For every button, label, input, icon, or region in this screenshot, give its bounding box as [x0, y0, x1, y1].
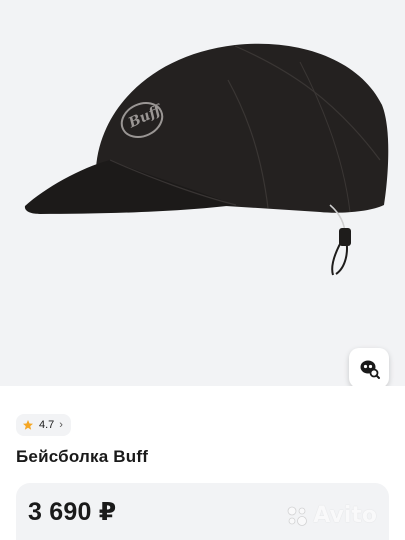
cap-image — [24, 43, 389, 276]
chevron-right-icon: › — [59, 418, 63, 431]
rating-value: 4.7 — [39, 419, 55, 431]
rating-chip[interactable]: 4.7 › — [16, 414, 71, 436]
search-by-image-icon — [360, 360, 380, 379]
product-price: 3 690 ₽ — [28, 498, 117, 526]
product-title: Бейсболка Buff — [16, 447, 149, 466]
avito-watermark: Avito — [285, 503, 377, 528]
product-photo[interactable]: Buff — [0, 0, 405, 386]
watermark-text: Avito — [313, 503, 377, 528]
price-card: 3 690 ₽ Avito — [16, 483, 389, 540]
avito-logo-icon — [287, 506, 308, 526]
star-icon — [23, 420, 33, 430]
image-search-button[interactable] — [349, 348, 389, 386]
